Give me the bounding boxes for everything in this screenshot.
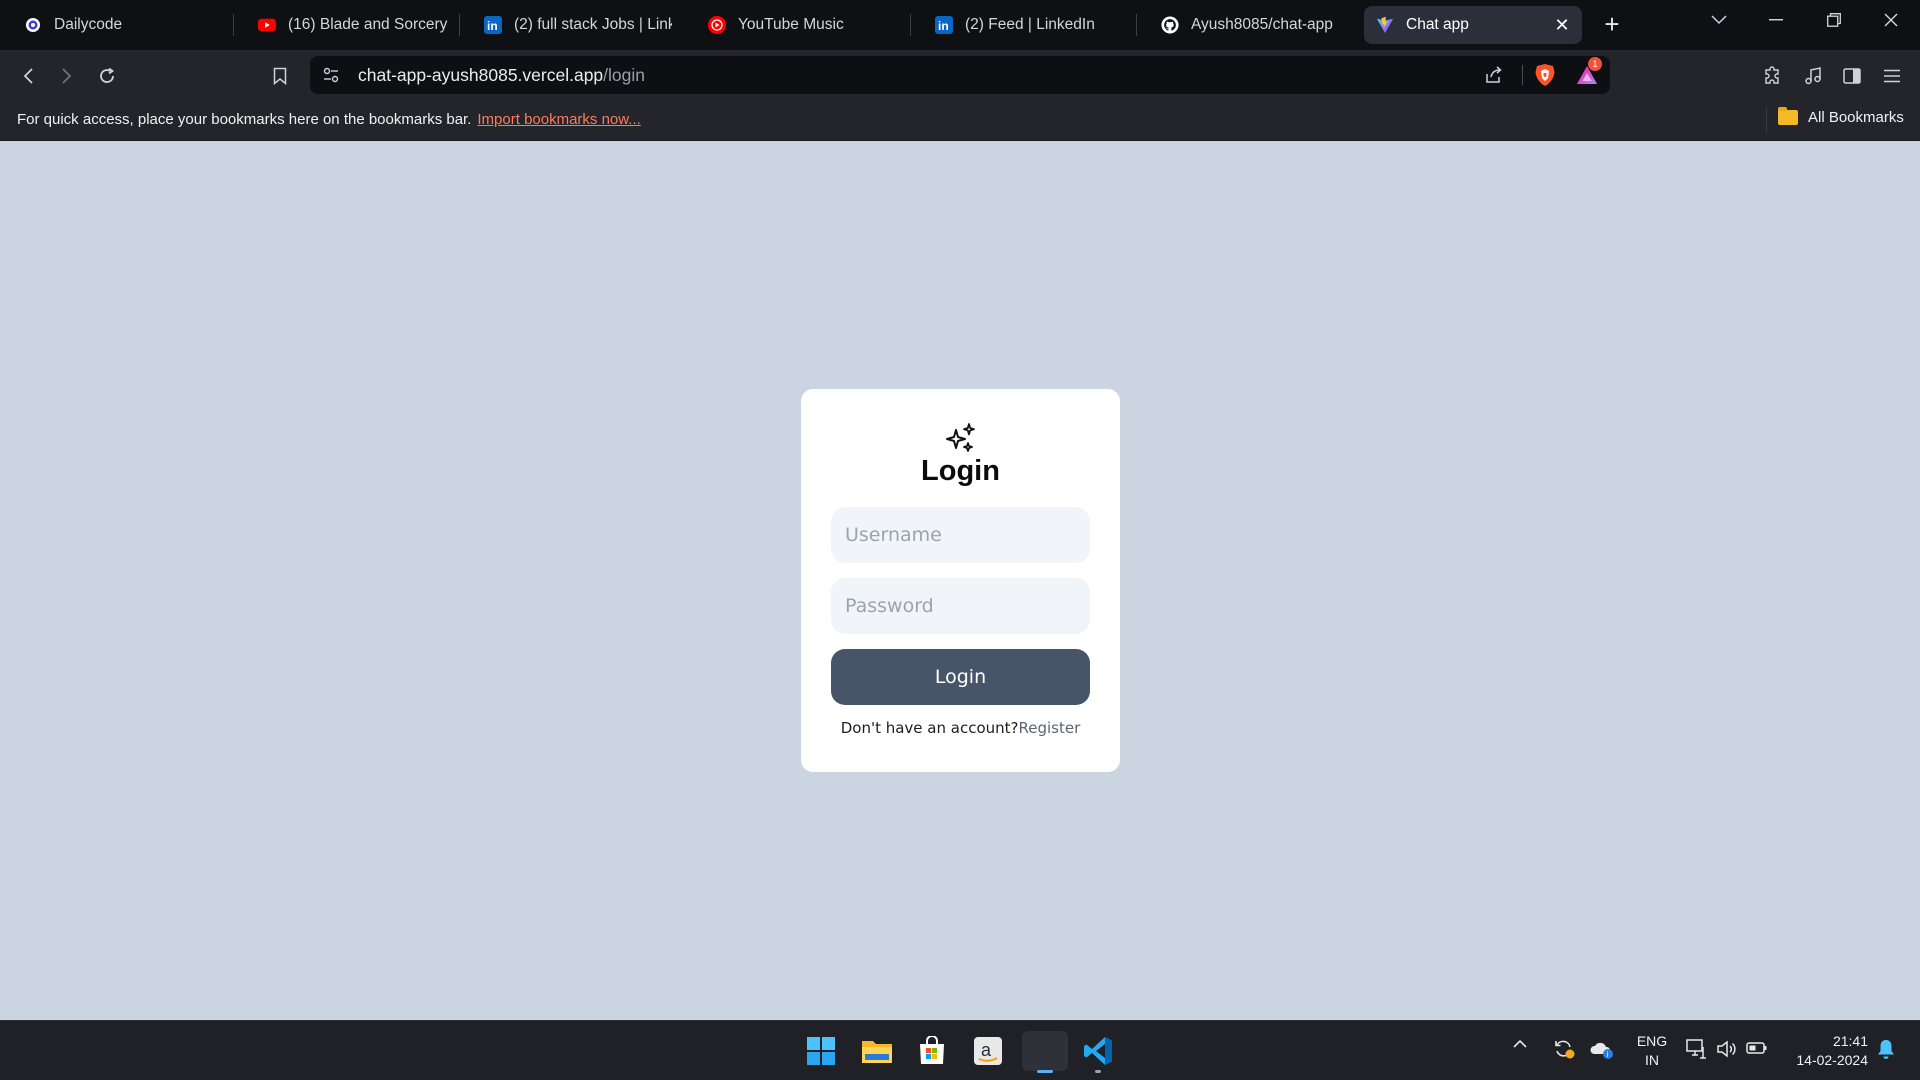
terminal-app-icon[interactable] bbox=[1022, 1031, 1068, 1073]
tab-linkedin-feed[interactable]: in (2) Feed | LinkedIn bbox=[911, 6, 1135, 44]
sparkles-icon bbox=[946, 423, 975, 452]
close-tab-icon[interactable]: ✕ bbox=[1552, 15, 1572, 35]
onedrive-icon[interactable]: i bbox=[1589, 1037, 1615, 1061]
tab-title: Dailycode bbox=[54, 16, 123, 33]
clock[interactable]: 21:41 14-02-2024 bbox=[1784, 1032, 1868, 1070]
login-card: Login Login Don't have an account?Regist… bbox=[801, 389, 1120, 772]
notification-badge: 1 bbox=[1588, 57, 1602, 71]
bookmarks-bar: For quick access, place your bookmarks h… bbox=[0, 100, 1920, 141]
region-code: IN bbox=[1645, 1052, 1659, 1068]
start-button-icon[interactable] bbox=[801, 1031, 841, 1071]
tab-youtube-blade[interactable]: (16) Blade and Sorcery #1 bbox=[234, 6, 460, 44]
extensions-icon[interactable] bbox=[1759, 62, 1787, 90]
site-settings-icon[interactable] bbox=[322, 66, 340, 89]
page-title: Login bbox=[921, 455, 1000, 487]
youtube-icon bbox=[258, 16, 276, 34]
tab-title: (16) Blade and Sorcery #1 bbox=[288, 16, 448, 33]
address-bar-divider bbox=[1522, 65, 1523, 85]
tab-strip: Dailycode (16) Blade and Sorcery #1 in (… bbox=[0, 0, 1920, 50]
vscode-icon[interactable] bbox=[1078, 1031, 1118, 1073]
bookmarks-bar-message: For quick access, place your bookmarks h… bbox=[17, 111, 641, 128]
linkedin-icon: in bbox=[935, 16, 953, 34]
dailycode-icon bbox=[24, 16, 42, 34]
show-hidden-icons-chevron-icon[interactable] bbox=[1512, 1039, 1528, 1049]
login-button[interactable]: Login bbox=[831, 649, 1090, 705]
import-bookmarks-link[interactable]: Import bookmarks now... bbox=[477, 111, 640, 128]
url-text: chat-app-ayush8085.vercel.app/login bbox=[358, 65, 645, 86]
tab-linkedin-jobs[interactable]: in (2) full stack Jobs | LinkedIn bbox=[460, 6, 684, 44]
microsoft-store-icon[interactable] bbox=[912, 1031, 952, 1071]
forward-button[interactable] bbox=[53, 62, 81, 90]
linkedin-icon: in bbox=[484, 16, 502, 34]
tab-title: (2) full stack Jobs | LinkedIn bbox=[514, 16, 672, 33]
notification-bell-icon[interactable] bbox=[1876, 1038, 1896, 1060]
taskbar: a i ENG IN 21:41 14-02-2024 bbox=[0, 1020, 1920, 1080]
folder-icon bbox=[1778, 107, 1798, 125]
register-link[interactable]: Register bbox=[1019, 719, 1081, 737]
sidebar-toggle-icon[interactable] bbox=[1838, 62, 1866, 90]
browser-toolbar: chat-app-ayush8085.vercel.app/login 1 bbox=[0, 50, 1920, 100]
bookmarks-divider bbox=[1766, 108, 1767, 132]
back-button[interactable] bbox=[14, 62, 42, 90]
new-tab-button[interactable]: + bbox=[1598, 11, 1626, 39]
bookmarks-hint: For quick access, place your bookmarks h… bbox=[17, 111, 472, 128]
password-input[interactable] bbox=[831, 578, 1090, 634]
reload-button[interactable] bbox=[93, 62, 121, 90]
tab-dailycode[interactable]: Dailycode bbox=[0, 6, 232, 44]
vite-icon bbox=[1376, 16, 1394, 34]
github-icon bbox=[1161, 16, 1179, 34]
brave-shields-icon[interactable] bbox=[1534, 63, 1556, 92]
clock-date: 14-02-2024 bbox=[1796, 1052, 1868, 1068]
volume-icon[interactable] bbox=[1716, 1038, 1738, 1060]
tab-title: (2) Feed | LinkedIn bbox=[965, 16, 1095, 33]
restore-button[interactable] bbox=[1805, 0, 1863, 40]
input-language[interactable]: ENG IN bbox=[1632, 1032, 1672, 1070]
battery-icon[interactable] bbox=[1746, 1039, 1768, 1057]
tab-title: Ayush8085/chat-app bbox=[1191, 16, 1333, 33]
tab-search-chevron-icon[interactable] bbox=[1690, 0, 1748, 40]
tab-youtube-music[interactable]: YouTube Music bbox=[684, 6, 910, 44]
url-host: chat-app-ayush8085.vercel.app bbox=[358, 65, 604, 85]
svg-text:i: i bbox=[1607, 1050, 1609, 1059]
tab-chat-app[interactable]: Chat app ✕ bbox=[1364, 6, 1582, 44]
language-code: ENG bbox=[1636, 1033, 1668, 1049]
amazon-appstore-icon[interactable]: a bbox=[968, 1031, 1008, 1071]
minimize-button[interactable] bbox=[1747, 0, 1805, 40]
page-viewport: Login Login Don't have an account?Regist… bbox=[0, 141, 1920, 1020]
url-path: /login bbox=[603, 65, 646, 85]
running-indicator bbox=[1037, 1070, 1053, 1073]
register-prompt: Don't have an account? bbox=[840, 719, 1019, 737]
address-bar[interactable]: chat-app-ayush8085.vercel.app/login 1 bbox=[310, 56, 1610, 94]
all-bookmarks-label: All Bookmarks bbox=[1808, 109, 1904, 126]
register-prompt-line: Don't have an account?Register bbox=[801, 719, 1120, 737]
sync-icon[interactable] bbox=[1552, 1037, 1576, 1061]
clock-time: 21:41 bbox=[1832, 1033, 1868, 1049]
close-window-button[interactable] bbox=[1862, 0, 1920, 40]
menu-icon[interactable] bbox=[1878, 62, 1906, 90]
media-playlist-icon[interactable] bbox=[1799, 62, 1827, 90]
all-bookmarks-button[interactable]: All Bookmarks bbox=[1778, 107, 1904, 126]
share-icon[interactable] bbox=[1484, 65, 1504, 90]
svg-text:in: in bbox=[938, 19, 949, 33]
tab-title: YouTube Music bbox=[738, 16, 844, 33]
bookmark-icon[interactable] bbox=[266, 62, 294, 90]
network-icon[interactable] bbox=[1686, 1038, 1708, 1060]
youtube-music-icon bbox=[708, 16, 726, 34]
tab-github[interactable]: Ayush8085/chat-app bbox=[1137, 6, 1363, 44]
svg-text:in: in bbox=[487, 19, 498, 33]
tab-title: Chat app bbox=[1406, 16, 1469, 33]
running-indicator bbox=[1095, 1070, 1101, 1073]
username-input[interactable] bbox=[831, 507, 1090, 563]
file-explorer-icon[interactable] bbox=[857, 1031, 897, 1071]
svg-text:a: a bbox=[981, 1040, 992, 1060]
